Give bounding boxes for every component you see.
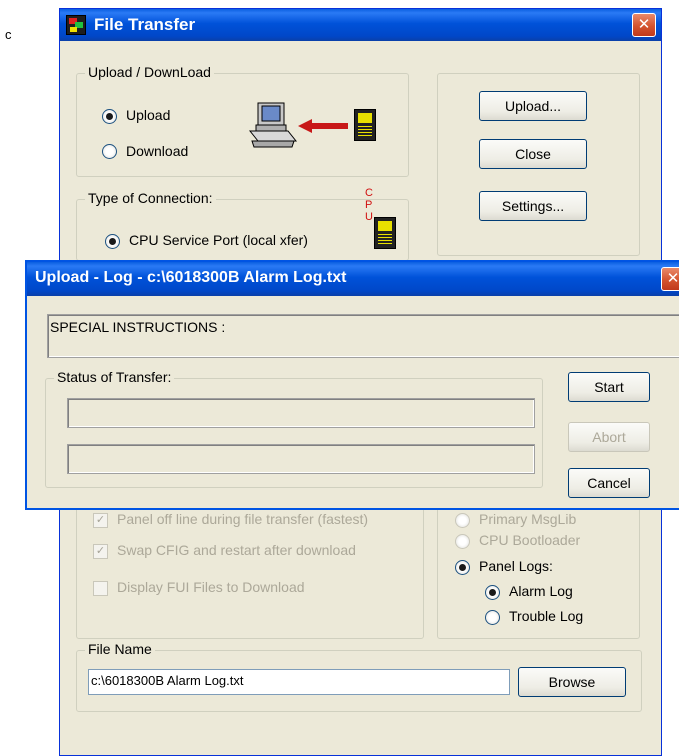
trouble-log-label: Trouble Log [509, 608, 584, 624]
panel-offline-label: Panel off line during file transfer (fas… [117, 511, 369, 527]
upload-log-title: Upload - Log - c:\6018300B Alarm Log.txt [35, 269, 347, 286]
browse-button[interactable]: Browse [518, 667, 626, 697]
left-arrow-icon [298, 119, 348, 133]
settings-button[interactable]: Settings... [479, 191, 587, 221]
special-instructions-box: SPECIAL INSTRUCTIONS : [47, 314, 679, 358]
cpu-service-port-radio[interactable] [105, 234, 120, 249]
file-transfer-title: File Transfer [94, 15, 196, 34]
file-name-input[interactable]: c:\6018300B Alarm Log.txt [88, 669, 510, 695]
status-line-2 [67, 444, 535, 474]
upload-radio[interactable] [102, 109, 117, 124]
trouble-log-radio[interactable] [485, 610, 500, 625]
cpu-service-port-label: CPU Service Port (local xfer) [129, 232, 308, 248]
status-line-1 [67, 398, 535, 428]
connection-group: Type of Connection: [76, 190, 409, 261]
panel-device-icon [354, 109, 376, 141]
display-fui-label: Display FUI Files to Download [117, 579, 305, 595]
special-instructions-label: SPECIAL INSTRUCTIONS : [50, 319, 226, 335]
upload-download-legend: Upload / DownLoad [85, 64, 214, 80]
swap-cfig-checkbox[interactable]: ✓ [93, 544, 108, 559]
cpu-letters: CPU [365, 187, 373, 223]
upload-log-window: Upload - Log - c:\6018300B Alarm Log.txt… [25, 260, 679, 510]
cancel-button[interactable]: Cancel [568, 468, 650, 498]
stray-text: c [5, 27, 12, 42]
close-button[interactable]: Close [479, 139, 587, 169]
computer-icon [248, 101, 302, 151]
panel-logs-radio[interactable] [455, 560, 470, 575]
alarm-log-radio[interactable] [485, 585, 500, 600]
close-icon[interactable]: ✕ [632, 13, 656, 37]
download-radio-label: Download [126, 143, 189, 159]
cpu-bootloader-label: CPU Bootloader [479, 532, 581, 548]
abort-button[interactable]: Abort [568, 422, 650, 452]
primary-msglib-label: Primary MsgLib [479, 511, 577, 527]
file-name-value: c:\6018300B Alarm Log.txt [91, 673, 244, 688]
panel-logs-label: Panel Logs: [479, 558, 553, 574]
start-button[interactable]: Start [568, 372, 650, 402]
display-fui-checkbox[interactable] [93, 581, 108, 596]
download-radio[interactable] [102, 144, 117, 159]
file-transfer-titlebar[interactable]: File Transfer ✕ [60, 9, 661, 41]
primary-msglib-radio[interactable] [455, 513, 470, 528]
file-name-legend: File Name [85, 641, 155, 657]
upload-log-titlebar[interactable]: Upload - Log - c:\6018300B Alarm Log.txt… [27, 262, 679, 296]
status-of-transfer-legend: Status of Transfer: [54, 369, 175, 385]
cpu-device-icon [374, 217, 396, 249]
swap-cfig-label: Swap CFIG and restart after download [117, 542, 356, 558]
alarm-log-label: Alarm Log [509, 583, 573, 599]
cpu-bootloader-radio[interactable] [455, 534, 470, 549]
upload-radio-label: Upload [126, 107, 171, 123]
app-icon [66, 15, 86, 35]
connection-legend: Type of Connection: [85, 190, 216, 206]
close-icon[interactable]: ✕ [661, 267, 679, 291]
upload-button[interactable]: Upload... [479, 91, 587, 121]
panel-offline-checkbox[interactable]: ✓ [93, 513, 108, 528]
